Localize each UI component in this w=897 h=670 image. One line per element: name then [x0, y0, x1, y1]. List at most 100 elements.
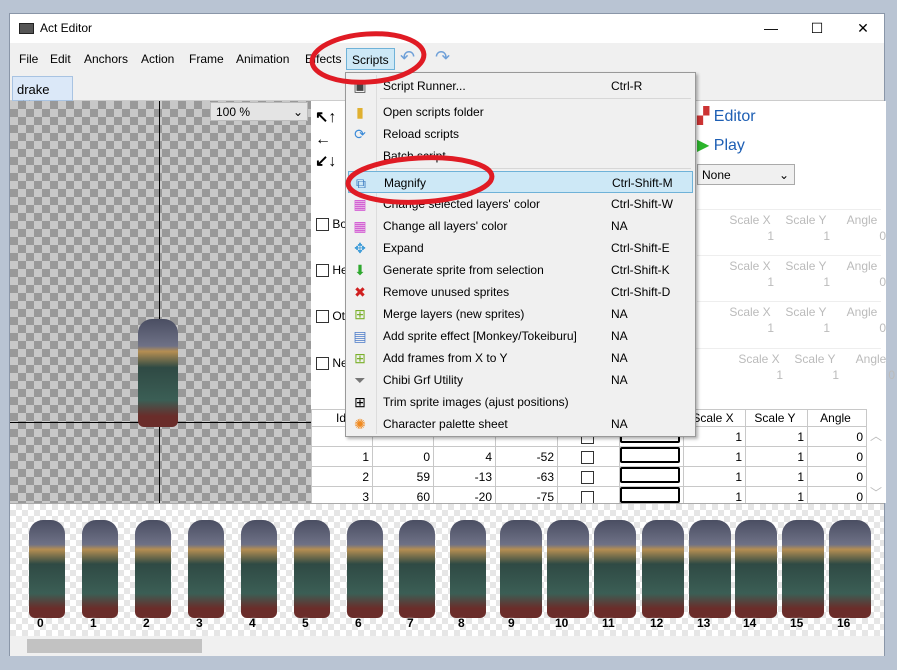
frame-thumbnail[interactable]: [782, 520, 824, 618]
cell-a[interactable]: 0: [372, 446, 434, 467]
mirror-checkbox[interactable]: [580, 470, 594, 484]
sprite-canvas[interactable]: 100 % ⌄: [10, 101, 311, 503]
cell-sx[interactable]: 1: [683, 446, 746, 467]
color-swatch[interactable]: [620, 447, 680, 463]
cell-sx[interactable]: 1: [683, 466, 746, 487]
disabled-value: 1: [832, 368, 839, 382]
menu-item-trim-sprite-images-ajust-positions[interactable]: ⊞ Trim sprite images (ajust positions): [348, 391, 693, 413]
cell-ang[interactable]: 0: [807, 446, 867, 467]
frame-thumbnail[interactable]: [689, 520, 731, 618]
color-swatch[interactable]: [620, 487, 680, 503]
menu-item-generate-sprite-from-selection[interactable]: ⬇ Generate sprite from selection Ctrl-Shif…: [348, 259, 693, 281]
frame-thumbnail[interactable]: [399, 520, 435, 618]
menu-item-change-all-layers-color[interactable]: ▦ Change all layers' color NA: [348, 215, 693, 237]
none-dropdown[interactable]: None ⌄: [697, 164, 795, 185]
frame-thumbnail[interactable]: [294, 520, 330, 618]
menu-item-magnify[interactable]: ⧉ Magnify Ctrl-Shift-M: [348, 171, 693, 193]
disabled-value: 0: [888, 368, 895, 382]
menu-item-reload-scripts[interactable]: ⟳ Reload scripts: [348, 123, 693, 145]
menu-item-label: Character palette sheet: [383, 417, 508, 431]
table-scroll-down[interactable]: ﹀: [870, 484, 882, 501]
menu-item-merge-layers-new-sprites[interactable]: ⊞ Merge layers (new sprites) NA: [348, 303, 693, 325]
cell-sy[interactable]: 1: [745, 446, 808, 467]
frame-thumbnail[interactable]: [135, 520, 171, 618]
mirror-checkbox[interactable]: [580, 450, 594, 464]
mirror-checkbox[interactable]: [580, 490, 594, 504]
play-button[interactable]: ▶ Play: [697, 135, 745, 155]
close-button[interactable]: ✕: [840, 14, 886, 43]
layer-check-1[interactable]: He: [316, 263, 348, 278]
menu-item-add-sprite-effect-monkey-tokeiburu[interactable]: ▤ Add sprite effect [Monkey/Tokeiburu] NA: [348, 325, 693, 347]
menu-item-expand[interactable]: ✥ Expand Ctrl-Shift-E: [348, 237, 693, 259]
disabled-value: 1: [767, 321, 774, 335]
scrollbar-thumb[interactable]: [27, 639, 202, 653]
frame-thumbnail[interactable]: [594, 520, 636, 618]
layer-check-3[interactable]: Ne: [316, 356, 348, 371]
table-scroll-up[interactable]: ︿: [870, 427, 882, 444]
menu-item-shortcut: Ctrl-R: [611, 79, 643, 93]
frame-thumbnail[interactable]: [450, 520, 486, 618]
cell-id[interactable]: 2: [311, 466, 373, 487]
menu-action[interactable]: Action: [136, 48, 179, 70]
menu-animation[interactable]: Animation: [231, 48, 294, 70]
frame-strip[interactable]: 0 1 2 3 4 5 6 7 8 9 10 11 12 13 14 15 16: [10, 503, 884, 636]
cell-ang[interactable]: 0: [807, 426, 867, 447]
cell-id[interactable]: 1: [311, 446, 373, 467]
menu-item-chibi-grf-utility[interactable]: ⏷ Chibi Grf Utility NA: [348, 369, 693, 391]
menu-anchors[interactable]: Anchors: [79, 48, 133, 70]
cell-sy[interactable]: 1: [745, 466, 808, 487]
disabled-value: 1: [823, 229, 830, 243]
editor-button[interactable]: ▞ Editor: [697, 106, 756, 126]
frame-thumbnail[interactable]: [241, 520, 277, 618]
menu-item-change-selected-layers-color[interactable]: ▦ Change selected layers' color Ctrl-Shift…: [348, 193, 693, 215]
menu-frame[interactable]: Frame: [184, 48, 229, 70]
cell-b[interactable]: -13: [433, 466, 496, 487]
frame-thumbnail[interactable]: [500, 520, 542, 618]
tab-drake[interactable]: drake ✕: [12, 76, 73, 112]
menu-item-character-palette-sheet[interactable]: ✺ Character palette sheet NA: [348, 413, 693, 435]
menu-separator: [380, 98, 691, 99]
editor-icon: ▞: [697, 108, 710, 125]
minimize-button[interactable]: —: [748, 14, 794, 43]
table-row[interactable]: 2 59 -13 -63 1 1 0: [311, 466, 867, 487]
frame-thumbnail[interactable]: [29, 520, 65, 618]
disabled-header: Scale Y: [794, 352, 836, 366]
cell-b[interactable]: 4: [433, 446, 496, 467]
menu-file[interactable]: File: [14, 48, 43, 70]
horizontal-scrollbar[interactable]: [10, 636, 884, 656]
redo-icon[interactable]: ↷: [430, 46, 455, 68]
menu-item-label: Script Runner...: [383, 79, 466, 93]
menu-scripts[interactable]: Scripts: [346, 48, 395, 70]
menu-item-batch-script[interactable]: Batch script: [348, 145, 693, 167]
window-title: Act Editor: [40, 21, 93, 35]
cell-sy[interactable]: 1: [745, 426, 808, 447]
disabled-value: 0: [879, 275, 886, 289]
layer-check-0[interactable]: Bo: [316, 217, 347, 232]
color-swatch[interactable]: [620, 467, 680, 483]
title-bar: Act Editor — ☐ ✕: [10, 14, 884, 43]
frame-thumbnail[interactable]: [188, 520, 224, 618]
layer-check-2[interactable]: Ot: [316, 309, 345, 324]
maximize-button[interactable]: ☐: [794, 14, 840, 43]
zoom-dropdown[interactable]: 100 % ⌄: [210, 102, 308, 121]
menu-edit[interactable]: Edit: [45, 48, 76, 70]
frame-thumbnail[interactable]: [735, 520, 777, 618]
cell-c[interactable]: -63: [495, 466, 558, 487]
table-row[interactable]: 1 0 4 -52 1 1 0: [311, 446, 867, 467]
frame-thumbnail[interactable]: [547, 520, 589, 618]
menu-item-script-runner[interactable]: ▣ Script Runner... Ctrl-R: [348, 75, 693, 97]
cell-c[interactable]: -52: [495, 446, 558, 467]
frame-thumbnail[interactable]: [347, 520, 383, 618]
frame-thumbnail[interactable]: [82, 520, 118, 618]
cell-ang[interactable]: 0: [807, 466, 867, 487]
menu-item-add-frames-from-x-to-y[interactable]: ⊞ Add frames from X to Y NA: [348, 347, 693, 369]
menu-item-remove-unused-sprites[interactable]: ✖ Remove unused sprites Ctrl-Shift-D: [348, 281, 693, 303]
undo-icon[interactable]: ↶: [395, 46, 420, 68]
menu-effects[interactable]: Effects: [300, 48, 346, 70]
frame-thumbnail[interactable]: [829, 520, 871, 618]
menu-item-open-scripts-folder[interactable]: ▮ Open scripts folder: [348, 101, 693, 123]
cell-a[interactable]: 59: [372, 466, 434, 487]
frame-thumbnail[interactable]: [642, 520, 684, 618]
frame-number: 2: [143, 616, 150, 630]
anchor-arrows[interactable]: ↖↑ ← ↙↓: [315, 107, 336, 173]
